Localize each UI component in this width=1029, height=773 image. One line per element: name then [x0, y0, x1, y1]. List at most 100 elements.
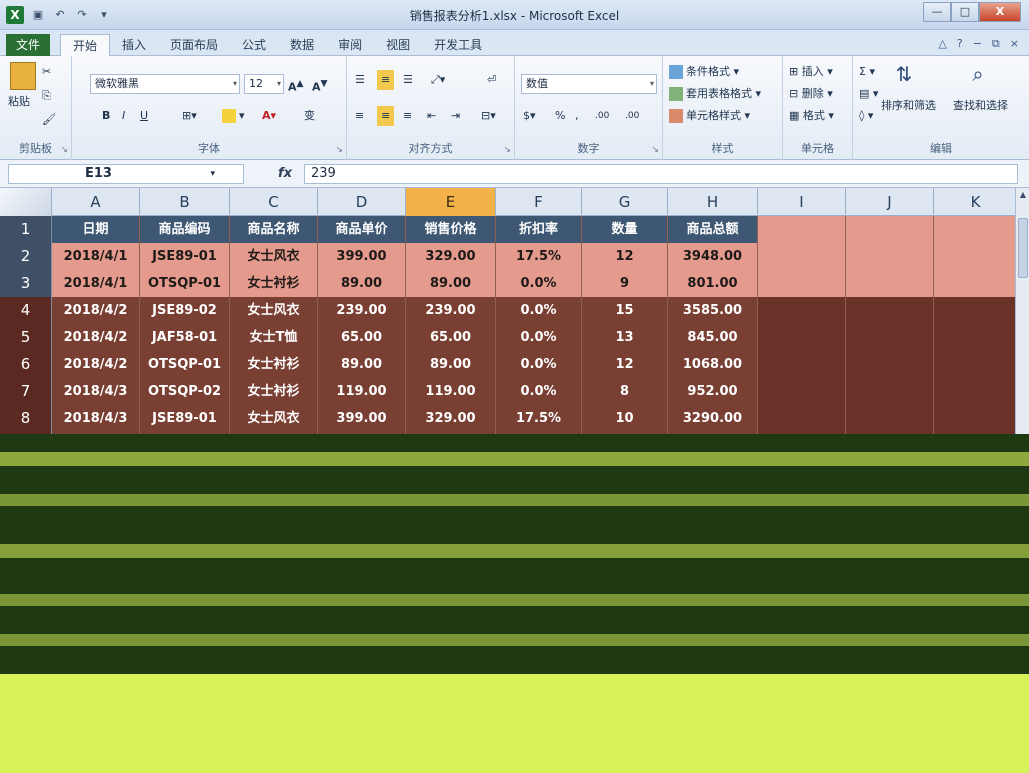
clipboard-launcher-icon[interactable]: ↘	[60, 145, 68, 155]
cell-c[interactable]: 女士风衣	[230, 297, 318, 324]
cell-e[interactable]: 329.00	[406, 243, 496, 270]
alignment-launcher-icon[interactable]: ↘	[503, 145, 511, 155]
find-select-button[interactable]: 查找和选择	[953, 96, 1008, 116]
tab-4[interactable]: 数据	[278, 34, 326, 56]
align-right-icon[interactable]: ≡	[403, 106, 412, 126]
cell-b[interactable]: OTSQP-01	[140, 351, 230, 378]
row-header[interactable]: 8	[0, 405, 52, 432]
close-workbook-icon[interactable]: ×	[1010, 37, 1019, 51]
column-header-d[interactable]: D	[318, 188, 406, 216]
row-header[interactable]: 7	[0, 378, 52, 405]
row-header[interactable]: 1	[0, 216, 52, 243]
scroll-up-icon[interactable]: ▲	[1016, 188, 1029, 202]
fill-icon[interactable]: ▤ ▾	[859, 84, 878, 104]
cell-b[interactable]: JSE89-01	[140, 405, 230, 432]
cell-d[interactable]: 65.00	[318, 324, 406, 351]
format-as-table-button[interactable]: 套用表格格式 ▾	[669, 84, 761, 104]
cell-g[interactable]: 15	[582, 297, 668, 324]
cell-a[interactable]: 2018/4/3	[52, 378, 140, 405]
format-painter-icon[interactable]: 🖌	[42, 110, 56, 130]
tab-2[interactable]: 页面布局	[158, 34, 230, 56]
cell-k[interactable]	[934, 243, 1018, 270]
cell-f[interactable]: 17.5%	[496, 243, 582, 270]
cell-h[interactable]: 3585.00	[668, 297, 758, 324]
paste-button[interactable]: 粘贴	[8, 92, 30, 112]
cell-d[interactable]: 399.00	[318, 405, 406, 432]
cell-i[interactable]	[758, 324, 846, 351]
font-color-icon[interactable]: A▾	[262, 106, 276, 126]
cell-b[interactable]: OTSQP-01	[140, 270, 230, 297]
cell-c[interactable]: 女士衬衫	[230, 378, 318, 405]
align-top-icon[interactable]: ☰	[355, 70, 365, 90]
cell-h[interactable]: 1068.00	[668, 351, 758, 378]
cell-k[interactable]	[934, 405, 1018, 432]
cell-a[interactable]: 2018/4/3	[52, 405, 140, 432]
cell-d[interactable]: 商品单价	[318, 216, 406, 243]
copy-icon[interactable]: ⎘	[42, 86, 51, 106]
cell-k[interactable]	[934, 216, 1018, 243]
column-header-a[interactable]: A	[52, 188, 140, 216]
decrease-decimal-button[interactable]: .00	[625, 106, 639, 126]
insert-button[interactable]: ⊞ 插入 ▾	[789, 62, 833, 82]
conditional-format-button[interactable]: 条件格式 ▾	[669, 62, 739, 82]
format-button[interactable]: ▦ 格式 ▾	[789, 106, 834, 126]
cell-i[interactable]	[758, 378, 846, 405]
help-icon[interactable]: ?	[957, 37, 963, 51]
cell-k[interactable]	[934, 351, 1018, 378]
close-button[interactable]: X	[979, 2, 1021, 22]
cell-b[interactable]: JAF58-01	[140, 324, 230, 351]
cell-k[interactable]	[934, 324, 1018, 351]
align-bottom-icon[interactable]: ☰	[403, 70, 413, 90]
column-header-f[interactable]: F	[496, 188, 582, 216]
row-header[interactable]: 6	[0, 351, 52, 378]
cell-f[interactable]: 0.0%	[496, 297, 582, 324]
cell-d[interactable]: 239.00	[318, 297, 406, 324]
cell-k[interactable]	[934, 297, 1018, 324]
row-header[interactable]: 5	[0, 324, 52, 351]
cell-c[interactable]: 女士T恤	[230, 324, 318, 351]
cell-c[interactable]: 商品名称	[230, 216, 318, 243]
cell-a[interactable]: 2018/4/1	[52, 243, 140, 270]
cell-d[interactable]: 119.00	[318, 378, 406, 405]
tab-file[interactable]: 文件	[6, 34, 50, 56]
vertical-scrollbar[interactable]: ▲	[1015, 188, 1029, 438]
cell-d[interactable]: 89.00	[318, 351, 406, 378]
maximize-button[interactable]: □	[951, 2, 979, 22]
cell-f[interactable]: 折扣率	[496, 216, 582, 243]
cell-j[interactable]	[846, 378, 934, 405]
increase-decimal-button[interactable]: .00	[595, 106, 609, 126]
cell-b[interactable]: OTSQP-02	[140, 378, 230, 405]
fill-color-icon[interactable]: ▾	[222, 106, 245, 126]
cell-c[interactable]: 女士风衣	[230, 243, 318, 270]
tab-7[interactable]: 开发工具	[422, 34, 494, 56]
minimize-button[interactable]: —	[923, 2, 951, 22]
restore-workbook-icon[interactable]: ⧉	[992, 37, 1000, 51]
decrease-indent-icon[interactable]: ⇤	[427, 106, 436, 126]
cell-e[interactable]: 89.00	[406, 351, 496, 378]
row-header[interactable]: 3	[0, 270, 52, 297]
cell-k[interactable]	[934, 378, 1018, 405]
cell-j[interactable]	[846, 351, 934, 378]
orientation-icon[interactable]: ⤢▾	[431, 70, 445, 90]
cell-g[interactable]: 12	[582, 351, 668, 378]
cell-styles-button[interactable]: 单元格样式 ▾	[669, 106, 750, 126]
cut-icon[interactable]: ✂	[42, 62, 51, 82]
cell-j[interactable]	[846, 297, 934, 324]
cell-e[interactable]: 89.00	[406, 270, 496, 297]
tab-5[interactable]: 审阅	[326, 34, 374, 56]
cell-h[interactable]: 商品总额	[668, 216, 758, 243]
cell-e[interactable]: 65.00	[406, 324, 496, 351]
font-name-combo[interactable]: 微软雅黑 ▾	[90, 74, 240, 94]
cell-h[interactable]: 801.00	[668, 270, 758, 297]
tab-1[interactable]: 插入	[110, 34, 158, 56]
cell-f[interactable]: 0.0%	[496, 270, 582, 297]
cell-j[interactable]	[846, 270, 934, 297]
tab-0[interactable]: 开始	[60, 34, 111, 56]
bold-button[interactable]: B	[102, 106, 110, 126]
cell-i[interactable]	[758, 243, 846, 270]
select-all-corner[interactable]	[0, 188, 52, 216]
cell-i[interactable]	[758, 270, 846, 297]
cell-g[interactable]: 13	[582, 324, 668, 351]
increase-indent-icon[interactable]: ⇥	[451, 106, 460, 126]
grow-font-icon[interactable]: A▲	[288, 74, 304, 94]
